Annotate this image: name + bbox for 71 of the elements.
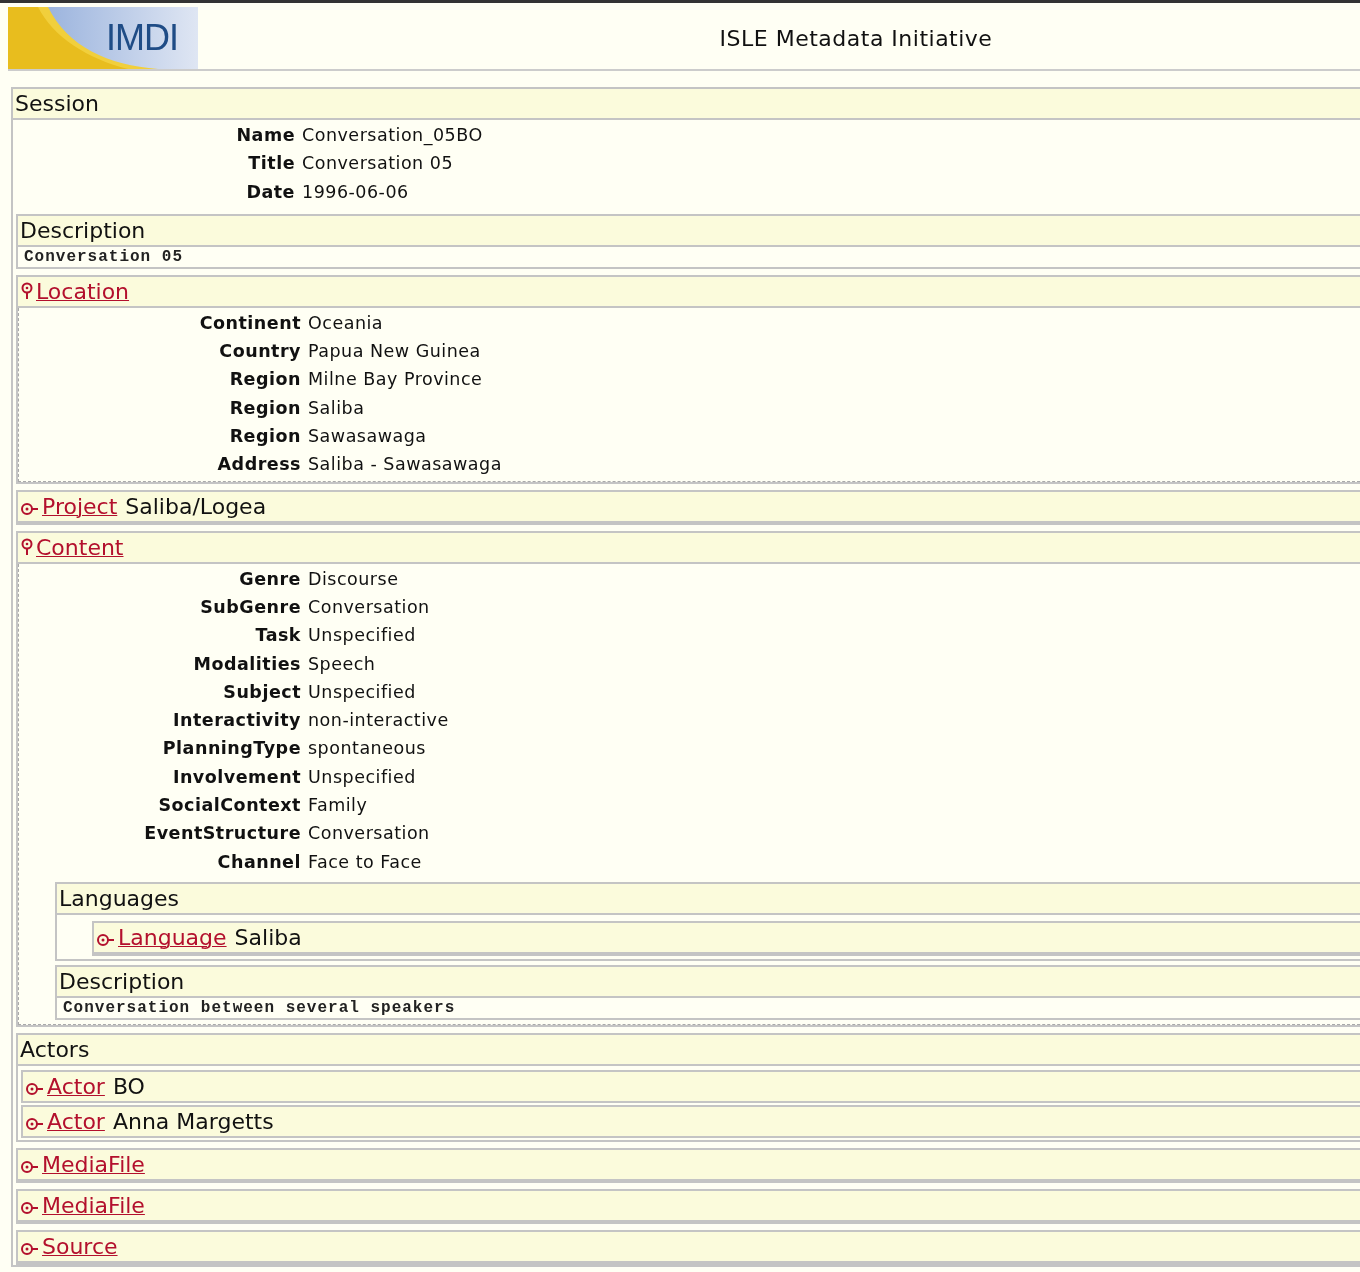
section-link[interactable]: Location: [36, 276, 130, 306]
section-value: Anna Margetts: [112, 1107, 274, 1136]
logo: IMDI: [8, 7, 198, 69]
section-value: Saliba/Logea: [125, 492, 267, 521]
field-label: Genre: [238, 567, 301, 591]
field-value: spontaneous: [308, 737, 427, 761]
field-value: Sawasawaga: [308, 425, 428, 449]
field-value: Unspecified: [308, 680, 417, 704]
node-icon: [20, 1242, 40, 1257]
field-value: Saliba: [308, 396, 366, 420]
section-link[interactable]: Actor: [47, 1071, 105, 1101]
field-label: Country: [218, 340, 301, 364]
field-value: Family: [308, 794, 369, 818]
field-label: Interactivity: [171, 709, 301, 733]
description-text: Conversation between several speakers: [62, 997, 457, 1018]
field-label: Region: [228, 368, 301, 392]
field-value: Milne Bay Province: [308, 368, 484, 392]
section-link[interactable]: Content: [36, 532, 124, 562]
field-label: PlanningType: [161, 737, 301, 761]
field-value: Conversation: [308, 822, 431, 846]
section-heading: Description: [59, 967, 185, 996]
section-link[interactable]: Project: [42, 491, 118, 521]
field-value: Papua New Guinea: [308, 340, 482, 364]
node-icon: [20, 502, 40, 517]
section-heading: Description: [20, 216, 146, 245]
field-value: Conversation_05BO: [302, 124, 483, 148]
field-label: Task: [254, 624, 301, 648]
section-link[interactable]: Source: [42, 1231, 118, 1261]
field-label: Address: [216, 453, 301, 477]
field-label: Name: [235, 124, 295, 147]
node-icon: [96, 933, 116, 948]
field-value: non-interactive: [308, 709, 449, 733]
section-value: BO: [112, 1072, 145, 1101]
section-link[interactable]: MediaFile: [42, 1190, 145, 1220]
field-label: Region: [228, 396, 301, 420]
field-label: SocialContext: [157, 794, 301, 818]
section-heading: Languages: [59, 884, 180, 913]
field-label: EventStructure: [143, 822, 301, 846]
section-value: Saliba: [234, 923, 302, 952]
field-label: Involvement: [171, 765, 301, 789]
field-value: Conversation 05: [302, 152, 455, 176]
field-label: Modalities: [192, 652, 301, 676]
node-icon: [20, 1201, 40, 1216]
field-label: Channel: [216, 850, 301, 874]
section-heading: Session: [15, 90, 99, 118]
field-value: Unspecified: [308, 765, 417, 789]
field-value: Discourse: [308, 567, 400, 591]
field-value: Speech: [308, 652, 377, 676]
field-label: Continent: [198, 311, 301, 335]
field-value: 1996-06-06: [302, 180, 410, 204]
field-value: Face to Face: [308, 850, 423, 874]
field-label: Title: [247, 152, 295, 176]
node-icon: [25, 1117, 45, 1132]
field-value: Unspecified: [308, 624, 417, 648]
field-value: Conversation: [308, 595, 431, 619]
field-value: Saliba - Sawasawaga: [308, 453, 502, 477]
section-heading: Actors: [20, 1035, 90, 1064]
pin-icon: [20, 538, 34, 557]
node-icon: [25, 1082, 45, 1097]
section-link[interactable]: MediaFile: [42, 1149, 145, 1179]
node-icon: [20, 1160, 40, 1175]
field-label: Date: [245, 180, 295, 204]
field-label: SubGenre: [199, 595, 301, 619]
page-title: ISLE Metadata Initiative: [718, 25, 994, 51]
field-label: Subject: [222, 680, 301, 704]
section-link[interactable]: Language: [118, 922, 227, 952]
description-text: Conversation 05: [23, 246, 185, 267]
field-value: Oceania: [308, 311, 385, 335]
field-label: Region: [228, 425, 301, 449]
section-link[interactable]: Actor: [47, 1106, 105, 1136]
pin-icon: [20, 282, 34, 301]
